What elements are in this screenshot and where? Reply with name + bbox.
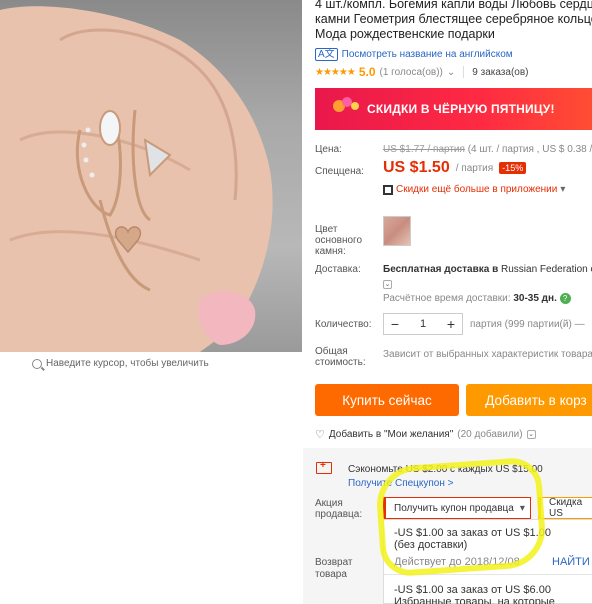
color-label: Цвет основного камня: bbox=[315, 224, 362, 257]
zoom-hint: Наведите курсор, чтобы увеличить bbox=[32, 358, 209, 369]
color-label-line: Цвет bbox=[315, 224, 338, 235]
return-label: Возврат товара bbox=[315, 557, 353, 581]
delivery-time-label: Расчётное время доставки: bbox=[383, 293, 511, 304]
seller-label-line: продавца: bbox=[315, 509, 363, 520]
total-label-line: Общая bbox=[315, 346, 348, 357]
buy-now-label: Купить сейчас bbox=[342, 392, 432, 408]
title-line: Мода рождественские подарки bbox=[315, 27, 495, 41]
chevron-down-icon[interactable]: ⌄ bbox=[383, 280, 392, 289]
divider bbox=[463, 66, 465, 78]
banner-text: СКИДКИ В ЧЁРНУЮ ПЯТНИЦУ! bbox=[367, 102, 555, 116]
add-to-cart-label: Добавить в корз bbox=[485, 392, 587, 408]
wishlist-link[interactable]: ♡ Добавить в "Мои желания" (20 добавили)… bbox=[315, 428, 536, 441]
app-discount-link[interactable]: Скидки ещё больше в приложении ▾ bbox=[383, 184, 565, 195]
translate-link-text[interactable]: Посмотреть название на английском bbox=[342, 49, 513, 60]
title-line: камни Геометрия блестящее серебряное кол… bbox=[315, 12, 592, 26]
coupon-item-condition: Избранные товары, на которые bbox=[394, 596, 555, 604]
coupon-item: -US $1.00 за заказ от US $6.00 Избранные… bbox=[394, 584, 555, 604]
wishlist-count: (20 добавили) bbox=[457, 429, 523, 440]
price-label: Цена: bbox=[315, 144, 342, 155]
find-more-link[interactable]: НАЙТИ И bbox=[552, 556, 592, 568]
seller-promo-label: Акция продавца: bbox=[315, 498, 362, 520]
app-discount-text[interactable]: Скидки ещё больше в приложении bbox=[396, 184, 557, 195]
quantity-note: партия (999 партии(й) — bbox=[470, 319, 585, 330]
total-value: Зависит от выбранных характеристик товар… bbox=[383, 349, 592, 360]
rings-on-hand-illustration bbox=[0, 6, 273, 352]
seller-discount-box[interactable]: Скидка US bbox=[538, 497, 592, 519]
magnifier-icon bbox=[32, 358, 42, 369]
seller-label-line: Акция bbox=[315, 498, 343, 509]
translate-icon: A文 bbox=[315, 48, 338, 61]
special-price-label: Спеццена: bbox=[315, 166, 364, 177]
product-info: 4 шт./компл. Богемия капли воды Любовь с… bbox=[315, 0, 592, 79]
shipping-label: Доставка: bbox=[315, 264, 361, 275]
shipping-chevron[interactable]: ⌄ bbox=[383, 278, 392, 289]
quantity-stepper[interactable]: − 1 + bbox=[383, 313, 463, 335]
shipping-free-text: Бесплатная доставка в bbox=[383, 264, 499, 275]
chevron-down-icon[interactable]: ⌄ bbox=[447, 67, 455, 78]
star-rating-icon: ★★★★★ bbox=[315, 66, 356, 78]
caret-down-icon: ▾ bbox=[560, 184, 566, 195]
help-icon[interactable]: ? bbox=[559, 293, 571, 304]
total-label: Общая стоимость: bbox=[315, 346, 366, 368]
coupon-ticket-icon bbox=[316, 460, 332, 474]
zoom-hint-text: Наведите курсор, чтобы увеличить bbox=[46, 358, 209, 369]
delivery-time: Расчётное время доставки: 30-35 дн. ? bbox=[383, 293, 571, 304]
quantity-label: Количество: bbox=[315, 319, 372, 330]
qr-code-icon bbox=[383, 184, 393, 195]
delivery-time-value: 30-35 дн. bbox=[513, 293, 557, 304]
orders-count: 9 заказа(ов) bbox=[472, 66, 529, 78]
quantity-input[interactable]: 1 bbox=[406, 318, 440, 330]
quantity-decrease-button[interactable]: − bbox=[384, 316, 406, 332]
quantity-increase-button[interactable]: + bbox=[440, 316, 462, 332]
color-label-line: основного bbox=[315, 235, 363, 246]
heart-plus-icon: ♡ bbox=[315, 429, 325, 441]
seller-discount-label: Скидка US bbox=[549, 497, 583, 519]
price-unit: / партия bbox=[455, 162, 494, 174]
old-price: US $1.77 / партия (4 шт. / партия , US $… bbox=[383, 144, 592, 155]
return-label-line: товара bbox=[315, 569, 347, 580]
translate-link[interactable]: A文 Посмотреть название на английском bbox=[315, 48, 592, 61]
shipping-country[interactable]: Russian Federation с bbox=[501, 264, 592, 275]
product-title: 4 шт./компл. Богемия капли воды Любовь с… bbox=[315, 0, 592, 42]
old-price-note: (4 шт. / партия , US $ 0.38 / bbox=[467, 144, 592, 155]
rating-score: 5.0 bbox=[358, 65, 376, 79]
title-line: 4 шт./компл. Богемия капли воды Любовь с… bbox=[315, 0, 592, 11]
color-option-thumbnail[interactable] bbox=[383, 216, 411, 246]
shipping-value[interactable]: Бесплатная доставка в Russian Federation… bbox=[383, 264, 592, 275]
rating-votes[interactable]: (1 голоса(ов)) bbox=[380, 67, 443, 78]
color-label-line: камня: bbox=[315, 246, 346, 257]
special-price: US $1.50 / партия -15% bbox=[383, 159, 527, 177]
product-image[interactable] bbox=[0, 0, 302, 352]
black-friday-banner[interactable]: СКИДКИ В ЧЁРНУЮ ПЯТНИЦУ! bbox=[315, 88, 592, 130]
old-price-value: US $1.77 / партия bbox=[383, 144, 465, 155]
return-label-line: Возврат bbox=[315, 557, 353, 568]
highlight-marker-annotation bbox=[374, 456, 548, 578]
add-to-cart-button[interactable]: Добавить в корз bbox=[466, 384, 592, 416]
chevron-down-icon[interactable]: ⌄ bbox=[526, 430, 536, 439]
wishlist-text[interactable]: Добавить в "Мои желания" bbox=[329, 429, 453, 440]
discount-badge: -15% bbox=[499, 162, 527, 174]
rating-row: ★★★★★ 5.0 (1 голоса(ов)) ⌄ 9 заказа(ов) bbox=[315, 65, 592, 79]
new-price-value: US $1.50 bbox=[383, 159, 450, 176]
coupon-item-title: -US $1.00 за заказ от US $6.00 bbox=[394, 584, 551, 596]
buy-now-button[interactable]: Купить сейчас bbox=[315, 384, 459, 416]
total-label-line: стоимость: bbox=[315, 357, 366, 368]
